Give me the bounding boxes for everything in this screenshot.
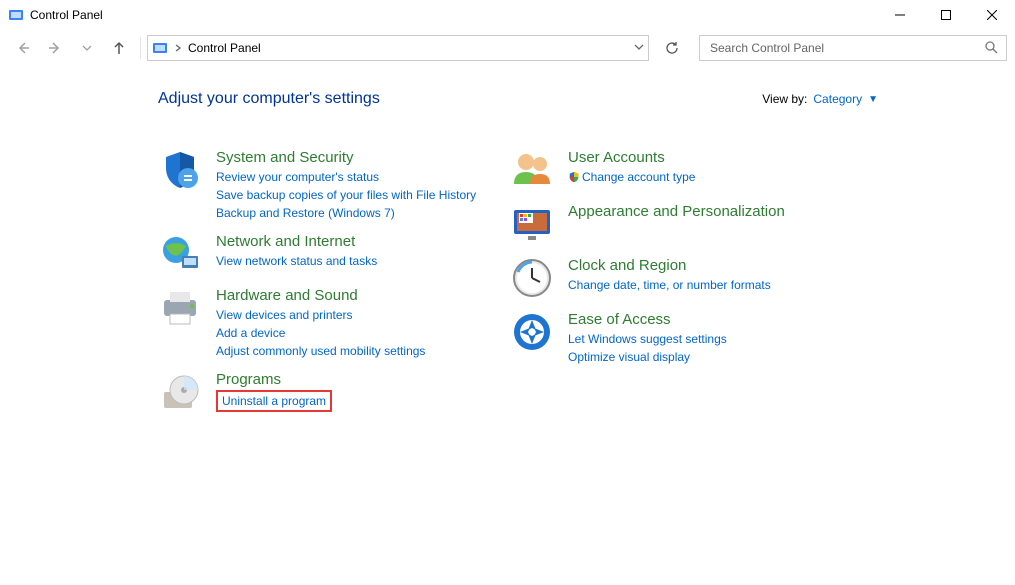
category-title[interactable]: System and Security	[216, 148, 476, 168]
title-bar-left: Control Panel	[8, 7, 103, 23]
globe-icon[interactable]	[158, 232, 202, 276]
view-by-label: View by:	[762, 92, 807, 106]
category-link[interactable]: Backup and Restore (Windows 7)	[216, 204, 476, 222]
category-column-left: System and SecurityReview your computer'…	[158, 148, 510, 424]
title-bar: Control Panel	[0, 0, 1015, 30]
chevron-down-icon[interactable]: ▼	[868, 94, 878, 105]
category-link[interactable]: Let Windows suggest settings	[568, 330, 727, 348]
ease-icon[interactable]	[510, 310, 554, 354]
monitor-icon[interactable]	[510, 202, 554, 246]
category-item: Hardware and SoundView devices and print…	[158, 286, 510, 360]
category-title[interactable]: Clock and Region	[568, 256, 771, 276]
category-body: Clock and RegionChange date, time, or nu…	[568, 256, 771, 300]
category-body: Appearance and Personalization	[568, 202, 785, 246]
page-title: Adjust your computer's settings	[158, 90, 380, 108]
category-link[interactable]: Uninstall a program	[216, 390, 332, 412]
forward-button[interactable]	[40, 33, 70, 63]
category-title[interactable]: Network and Internet	[216, 232, 377, 252]
category-item: ProgramsUninstall a program	[158, 370, 510, 414]
category-item: System and SecurityReview your computer'…	[158, 148, 510, 222]
window-title: Control Panel	[30, 8, 103, 22]
category-link[interactable]: Save backup copies of your files with Fi…	[216, 186, 476, 204]
disc-icon[interactable]	[158, 370, 202, 414]
category-title[interactable]: Appearance and Personalization	[568, 202, 785, 222]
category-item: User AccountsChange account type	[510, 148, 878, 192]
search-icon[interactable]	[984, 40, 998, 57]
recent-locations-button[interactable]	[72, 33, 102, 63]
category-link[interactable]: Adjust commonly used mobility settings	[216, 342, 425, 360]
category-link[interactable]: View network status and tasks	[216, 252, 377, 270]
category-body: Network and InternetView network status …	[216, 232, 377, 276]
category-body: Hardware and SoundView devices and print…	[216, 286, 425, 360]
category-title[interactable]: Programs	[216, 370, 332, 390]
category-link[interactable]: Optimize visual display	[568, 348, 727, 366]
view-by: View by: Category ▼	[762, 92, 878, 106]
category-item: Network and InternetView network status …	[158, 232, 510, 276]
category-link[interactable]: Change date, time, or number formats	[568, 276, 771, 294]
category-link[interactable]: Add a device	[216, 324, 425, 342]
shield-icon[interactable]	[158, 148, 202, 192]
category-item: Appearance and Personalization	[510, 202, 878, 246]
up-button[interactable]	[104, 33, 134, 63]
category-link[interactable]: Change account type	[568, 168, 695, 186]
category-item: Ease of AccessLet Windows suggest settin…	[510, 310, 878, 366]
window-controls	[877, 0, 1015, 30]
category-body: Ease of AccessLet Windows suggest settin…	[568, 310, 727, 366]
address-bar[interactable]: Control Panel	[147, 35, 649, 61]
users-icon[interactable]	[510, 148, 554, 192]
nav-bar: Control Panel	[0, 30, 1015, 66]
category-link[interactable]: View devices and printers	[216, 306, 425, 324]
address-dropdown-icon[interactable]	[634, 41, 644, 55]
category-column-right: User AccountsChange account type Appearan…	[510, 148, 878, 424]
category-link[interactable]: Review your computer's status	[216, 168, 476, 186]
minimize-button[interactable]	[877, 0, 923, 30]
printer-icon[interactable]	[158, 286, 202, 330]
breadcrumb[interactable]: Control Panel	[188, 41, 261, 55]
close-button[interactable]	[969, 0, 1015, 30]
separator	[140, 37, 141, 59]
category-body: User AccountsChange account type	[568, 148, 695, 192]
maximize-button[interactable]	[923, 0, 969, 30]
content-area: Adjust your computer's settings View by:…	[0, 66, 1015, 585]
clock-icon[interactable]	[510, 256, 554, 300]
back-button[interactable]	[8, 33, 38, 63]
search-box[interactable]	[699, 35, 1007, 61]
control-panel-icon	[152, 40, 168, 56]
refresh-button[interactable]	[657, 35, 687, 61]
breadcrumb-chevron-icon[interactable]	[174, 41, 182, 55]
control-panel-icon	[8, 7, 24, 23]
category-item: Clock and RegionChange date, time, or nu…	[510, 256, 878, 300]
category-title[interactable]: Hardware and Sound	[216, 286, 425, 306]
category-body: ProgramsUninstall a program	[216, 370, 332, 414]
search-input[interactable]	[708, 40, 984, 56]
view-by-value[interactable]: Category	[813, 92, 862, 106]
category-body: System and SecurityReview your computer'…	[216, 148, 476, 222]
category-title[interactable]: User Accounts	[568, 148, 695, 168]
category-title[interactable]: Ease of Access	[568, 310, 727, 330]
